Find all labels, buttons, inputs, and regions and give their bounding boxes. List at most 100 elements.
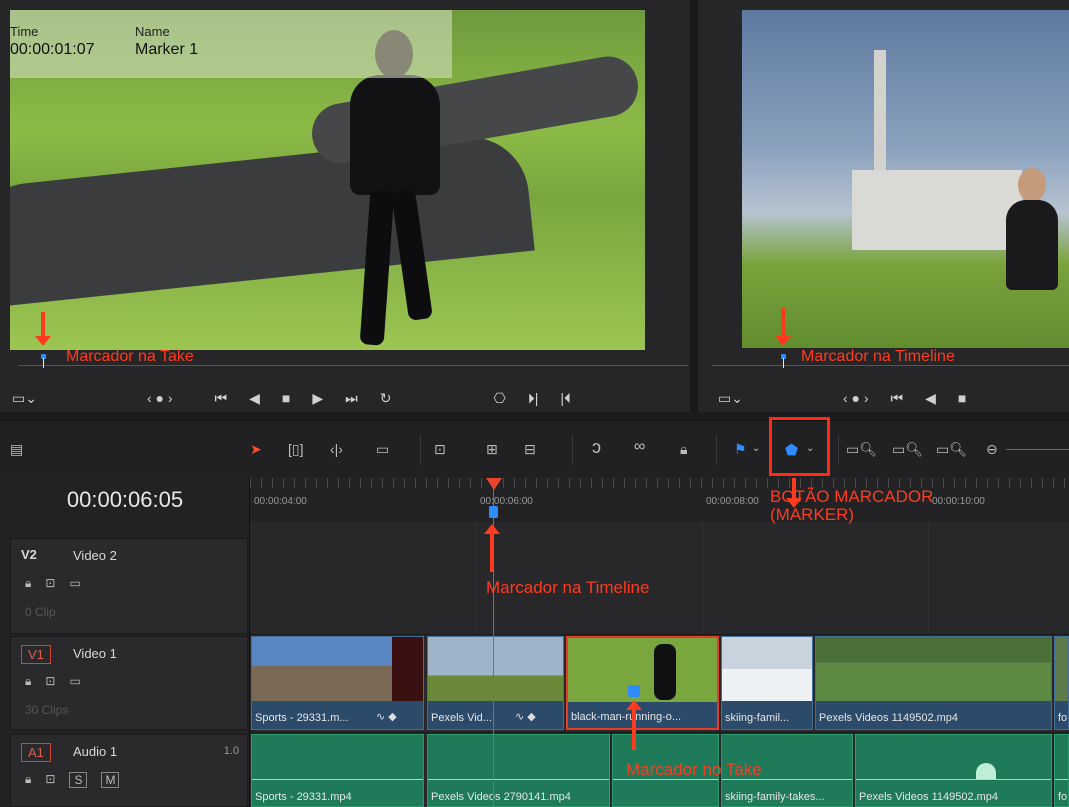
audio-clip[interactable]: fo bbox=[1054, 734, 1069, 807]
clip-marker-annotation: Marcador no Take bbox=[626, 760, 762, 779]
source-marker-arrow bbox=[35, 312, 51, 346]
track-visibility-icon[interactable]: ▭ bbox=[69, 674, 80, 689]
loop-icon[interactable]: ↻ bbox=[380, 390, 392, 407]
zoom-full-icon[interactable]: ▭🔍︎ bbox=[846, 441, 877, 458]
clip-name: Pexels Videos 2790141.mp4 bbox=[431, 791, 571, 803]
play-icon[interactable]: ▶ bbox=[312, 390, 323, 407]
marker-button-annotation-line1: BOTÃO MARCADOR bbox=[770, 487, 934, 506]
clip-name: Sports - 29331.m... bbox=[255, 712, 349, 724]
clip-marker-arrow bbox=[626, 700, 642, 750]
viewer-divider[interactable] bbox=[690, 0, 698, 412]
clip-count: 0 Clip bbox=[25, 605, 56, 619]
linked-selection-icon[interactable]: ∞ bbox=[634, 438, 645, 456]
overlay-name-label: Name bbox=[135, 24, 170, 39]
timeline-timecode[interactable]: 00:00:06:05 bbox=[0, 478, 250, 522]
video-clip[interactable]: Pexels Vid... ∿ ◆ bbox=[427, 636, 564, 730]
timeline-video-frame bbox=[742, 10, 1069, 348]
overlay-time-value: 00:00:01:07 bbox=[10, 41, 95, 58]
lock-icon[interactable]: 🔒︎ bbox=[25, 576, 31, 591]
runner-figure bbox=[340, 30, 450, 350]
mark-out-icon[interactable]: |⏴ bbox=[560, 390, 571, 407]
stop-icon[interactable]: ■ bbox=[282, 390, 290, 406]
track-controls: 🔒︎ ⊡ S M bbox=[25, 772, 120, 788]
playhead-handle[interactable] bbox=[486, 478, 502, 490]
play-reverse-icon[interactable]: ◀ bbox=[925, 390, 936, 407]
track-id: V2 bbox=[21, 547, 37, 562]
video-clip[interactable]: fo bbox=[1054, 636, 1069, 730]
timeline-marker-arrow bbox=[484, 524, 500, 572]
lock-icon[interactable]: 🔒︎ bbox=[25, 772, 31, 788]
audio-clip[interactable]: Pexels Videos 1149502.mp4 bbox=[855, 734, 1052, 807]
timeline-viewer-marker[interactable] bbox=[781, 354, 786, 368]
edit-toolbar: ▤ ➤ [▯] ‹|› ▭ ⊡ ⊞ ⊟ ↄ ∞ 🔒︎ ⚑ ⌄ ⬟ ⌄ ▭🔍︎ ▭… bbox=[0, 420, 1069, 478]
zoom-detail-icon[interactable]: ▭🔍︎ bbox=[892, 441, 923, 458]
path-shape bbox=[10, 131, 535, 309]
insert-clip-icon[interactable]: ⊡ bbox=[434, 441, 446, 458]
video-clip[interactable]: Pexels Videos 1149502.mp4 bbox=[815, 636, 1052, 730]
jog-icon[interactable]: ‹ ● › bbox=[147, 390, 173, 406]
timeline-transport: ▭⌄ ‹ ● › ⏮ ◀ ■ bbox=[718, 380, 988, 416]
clip-name: Pexels Videos 1149502.mp4 bbox=[859, 791, 999, 803]
stop-icon[interactable]: ■ bbox=[958, 390, 966, 406]
marker-info-overlay: Time 00:00:01:07 Name Marker 1 bbox=[10, 10, 452, 78]
replace-clip-icon[interactable]: ⊟ bbox=[524, 441, 536, 458]
timeline-marker[interactable] bbox=[489, 506, 498, 518]
clip-name: skiing-family-takes... bbox=[725, 791, 825, 803]
match-frame-icon[interactable]: ⎔ bbox=[494, 390, 506, 407]
clip-name: Sports - 29331.mp4 bbox=[255, 791, 352, 803]
auto-select-icon[interactable]: ⊡ bbox=[45, 576, 55, 591]
track-header-v1[interactable]: V1 Video 1 🔒︎ ⊡ ▭ 30 Clips bbox=[10, 636, 248, 730]
source-marker[interactable] bbox=[41, 354, 46, 368]
ruler-timecode: 00:00:08:00 bbox=[706, 496, 759, 507]
layout-icon[interactable]: ▤ bbox=[10, 441, 23, 458]
auto-select-icon[interactable]: ⊡ bbox=[45, 674, 55, 689]
solo-button[interactable]: S bbox=[69, 772, 88, 788]
clip-name: fo bbox=[1058, 791, 1068, 803]
overwrite-clip-icon[interactable]: ⊞ bbox=[486, 441, 498, 458]
selection-tool-icon[interactable]: ➤ bbox=[250, 441, 262, 458]
view-options-icon[interactable]: ▭⌄ bbox=[718, 390, 743, 407]
view-options-icon[interactable]: ▭⌄ bbox=[12, 390, 37, 407]
marker-button-highlight bbox=[769, 417, 830, 476]
video-clip-selected[interactable]: black-man-running-o... bbox=[566, 636, 719, 730]
overlay-time-label: Time bbox=[10, 24, 39, 39]
zoom-slider[interactable] bbox=[1006, 449, 1069, 450]
video-clip[interactable]: Sports - 29331.m... ∿ ◆ bbox=[251, 636, 424, 730]
auto-select-icon[interactable]: ⊡ bbox=[45, 772, 55, 788]
track-id[interactable]: V1 bbox=[21, 645, 51, 664]
flag-icon[interactable]: ⚑ bbox=[734, 441, 747, 458]
clip-name: Pexels Vid... bbox=[431, 712, 492, 724]
timeline-ruler[interactable]: 00:00:04:00 00:00:06:00 00:00:08:00 00:0… bbox=[250, 478, 1069, 522]
track-visibility-icon[interactable]: ▭ bbox=[69, 576, 80, 591]
timeline-viewer-marker-annotation: Marcador na Timeline bbox=[801, 348, 955, 365]
mark-in-icon[interactable]: ⏵| bbox=[528, 390, 539, 407]
mute-button[interactable]: M bbox=[101, 772, 120, 788]
jog-icon[interactable]: ‹ ● › bbox=[843, 390, 869, 406]
lock-icon[interactable]: 🔒︎ bbox=[25, 674, 31, 689]
position-lock-icon[interactable]: 🔒︎ bbox=[680, 441, 687, 458]
play-reverse-icon[interactable]: ◀ bbox=[249, 390, 260, 407]
audio-clip[interactable]: Pexels Videos 2790141.mp4 bbox=[427, 734, 610, 807]
track-header-v2[interactable]: V2 Video 2 🔒︎ ⊡ ▭ 0 Clip bbox=[10, 538, 248, 634]
go-to-end-icon[interactable]: ⏭ bbox=[345, 390, 358, 407]
video-clip[interactable]: skiing-famil... bbox=[721, 636, 813, 730]
timeline-marker-annotation: Marcador na Timeline bbox=[486, 578, 650, 597]
trim-tool-icon[interactable]: [▯] bbox=[288, 441, 303, 458]
go-to-start-icon[interactable]: ⏮ bbox=[891, 390, 904, 407]
dynamic-trim-icon[interactable]: ‹|› bbox=[330, 441, 343, 457]
audio-clip[interactable]: Sports - 29331.mp4 bbox=[251, 734, 424, 807]
marker-button-annotation-line2: (MARKER) bbox=[770, 505, 855, 524]
snapping-icon[interactable]: ↄ bbox=[592, 437, 601, 458]
flag-dropdown-icon[interactable]: ⌄ bbox=[752, 443, 760, 454]
clip-name: Pexels Videos 1149502.mp4 bbox=[819, 712, 959, 724]
track-id[interactable]: A1 bbox=[21, 743, 51, 762]
go-to-start-icon[interactable]: ⏮ bbox=[215, 390, 228, 407]
zoom-custom-icon[interactable]: ▭🔍︎ bbox=[936, 441, 967, 458]
zoom-out-icon[interactable]: ⊖ bbox=[986, 441, 998, 458]
clip-marker[interactable] bbox=[628, 685, 640, 697]
speed-change-icon: ∿ ◆ bbox=[376, 711, 397, 723]
timeline-viewer-marker-arrow bbox=[775, 308, 791, 346]
blade-tool-icon[interactable]: ▭ bbox=[376, 441, 389, 458]
track-name: Audio 1 bbox=[73, 744, 118, 759]
track-header-a1[interactable]: A1 Audio 1 1.0 🔒︎ ⊡ S M bbox=[10, 734, 248, 807]
